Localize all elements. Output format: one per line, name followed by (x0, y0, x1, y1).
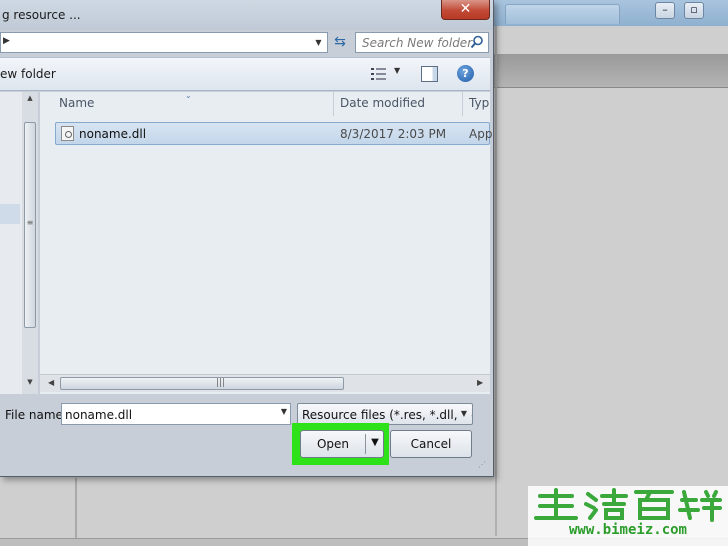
minimize-button[interactable]: – (655, 2, 675, 19)
search-placeholder: Search New folder (362, 36, 473, 50)
command-bar: ew folder ▼ ? (0, 57, 490, 91)
chevron-down-icon[interactable]: ▼ (281, 407, 287, 416)
close-icon: ✕ (459, 1, 472, 17)
file-date-cell: 8/3/2017 2:03 PM (340, 127, 447, 141)
column-header-date-modified[interactable]: Date modified (340, 96, 425, 110)
open-button-label: Open (316, 437, 350, 451)
file-name-cell: noname.dll (79, 127, 147, 141)
column-header-type[interactable]: Typ (469, 96, 489, 110)
sort-indicator-icon: ⌄ (185, 91, 192, 100)
search-icon[interactable] (470, 35, 484, 49)
chevron-right-icon[interactable]: ▶ (3, 36, 10, 46)
dialog-title-bar: g resource ... ✕ (0, 0, 493, 30)
scroll-down-icon[interactable]: ▼ (22, 378, 38, 392)
close-button[interactable]: ✕ (441, 0, 490, 20)
help-icon[interactable]: ? (457, 65, 474, 82)
column-divider[interactable] (462, 92, 463, 116)
column-divider[interactable] (333, 92, 334, 116)
cancel-button[interactable]: Cancel (390, 430, 472, 458)
views-dropdown-icon[interactable]: ▼ (394, 66, 400, 75)
horizontal-scroll-thumb[interactable]: ||| (60, 377, 344, 390)
restore-icon: ▫ (690, 3, 698, 16)
watermark-logo (534, 488, 722, 522)
background-tab[interactable] (505, 4, 620, 24)
scroll-right-icon[interactable]: ▶ (477, 378, 483, 387)
dialog-title: g resource ... (2, 8, 81, 22)
scroll-up-icon[interactable]: ▲ (22, 94, 38, 108)
watermark-url: www.bimeiz.com (568, 522, 687, 538)
resize-grip-icon[interactable]: ⋰ (478, 461, 490, 474)
column-header-name[interactable]: Name (59, 96, 94, 110)
open-dropdown-icon[interactable]: ▼ (367, 437, 383, 448)
file-name-value: noname.dll (65, 408, 133, 422)
file-list[interactable]: Name ⌄ Date modified Typ noname.dll 8/3/… (40, 91, 493, 394)
file-type-value: Resource files (*.res, *.dll, *.exe (302, 408, 472, 422)
file-row[interactable]: noname.dll 8/3/2017 2:03 PM App (55, 122, 493, 145)
dll-file-icon (61, 126, 74, 141)
file-type-select[interactable]: Resource files (*.res, *.dll, *.exe ▼ (297, 403, 473, 425)
file-name-label: File name: (5, 408, 67, 422)
navigation-selected-item[interactable] (0, 204, 20, 224)
chevron-down-icon[interactable]: ▼ (457, 405, 471, 423)
preview-pane-icon[interactable] (421, 66, 438, 82)
scroll-grip-icon: ||| (216, 378, 226, 388)
split-button-divider (365, 434, 366, 454)
restore-button[interactable]: ▫ (684, 2, 704, 19)
horizontal-scrollbar[interactable]: ◀ ||| ▶ (40, 374, 490, 392)
scroll-grip-icon: ≡ (26, 218, 34, 227)
search-input[interactable]: Search New folder (355, 32, 489, 53)
refresh-button[interactable]: ⇆ (330, 32, 350, 53)
background-divider (75, 478, 77, 538)
scroll-left-icon[interactable]: ◀ (48, 378, 54, 387)
open-file-dialog: g resource ... ✕ ▶ ▼ ⇆ Search New folder… (0, 0, 494, 477)
address-bar[interactable]: ▶ ▼ (0, 32, 328, 53)
chevron-down-icon[interactable]: ▼ (311, 34, 326, 51)
file-type-cell: App (469, 127, 493, 141)
minimize-icon: – (662, 3, 668, 16)
new-folder-button[interactable]: ew folder (0, 67, 56, 81)
refresh-icon: ⇆ (334, 34, 346, 50)
file-name-input[interactable]: noname.dll ▼ (61, 403, 291, 425)
background-divider (495, 26, 497, 536)
views-icon[interactable] (371, 67, 387, 81)
watermark: www.bimeiz.com (528, 486, 728, 546)
open-button[interactable]: Open ▼ (300, 430, 384, 458)
